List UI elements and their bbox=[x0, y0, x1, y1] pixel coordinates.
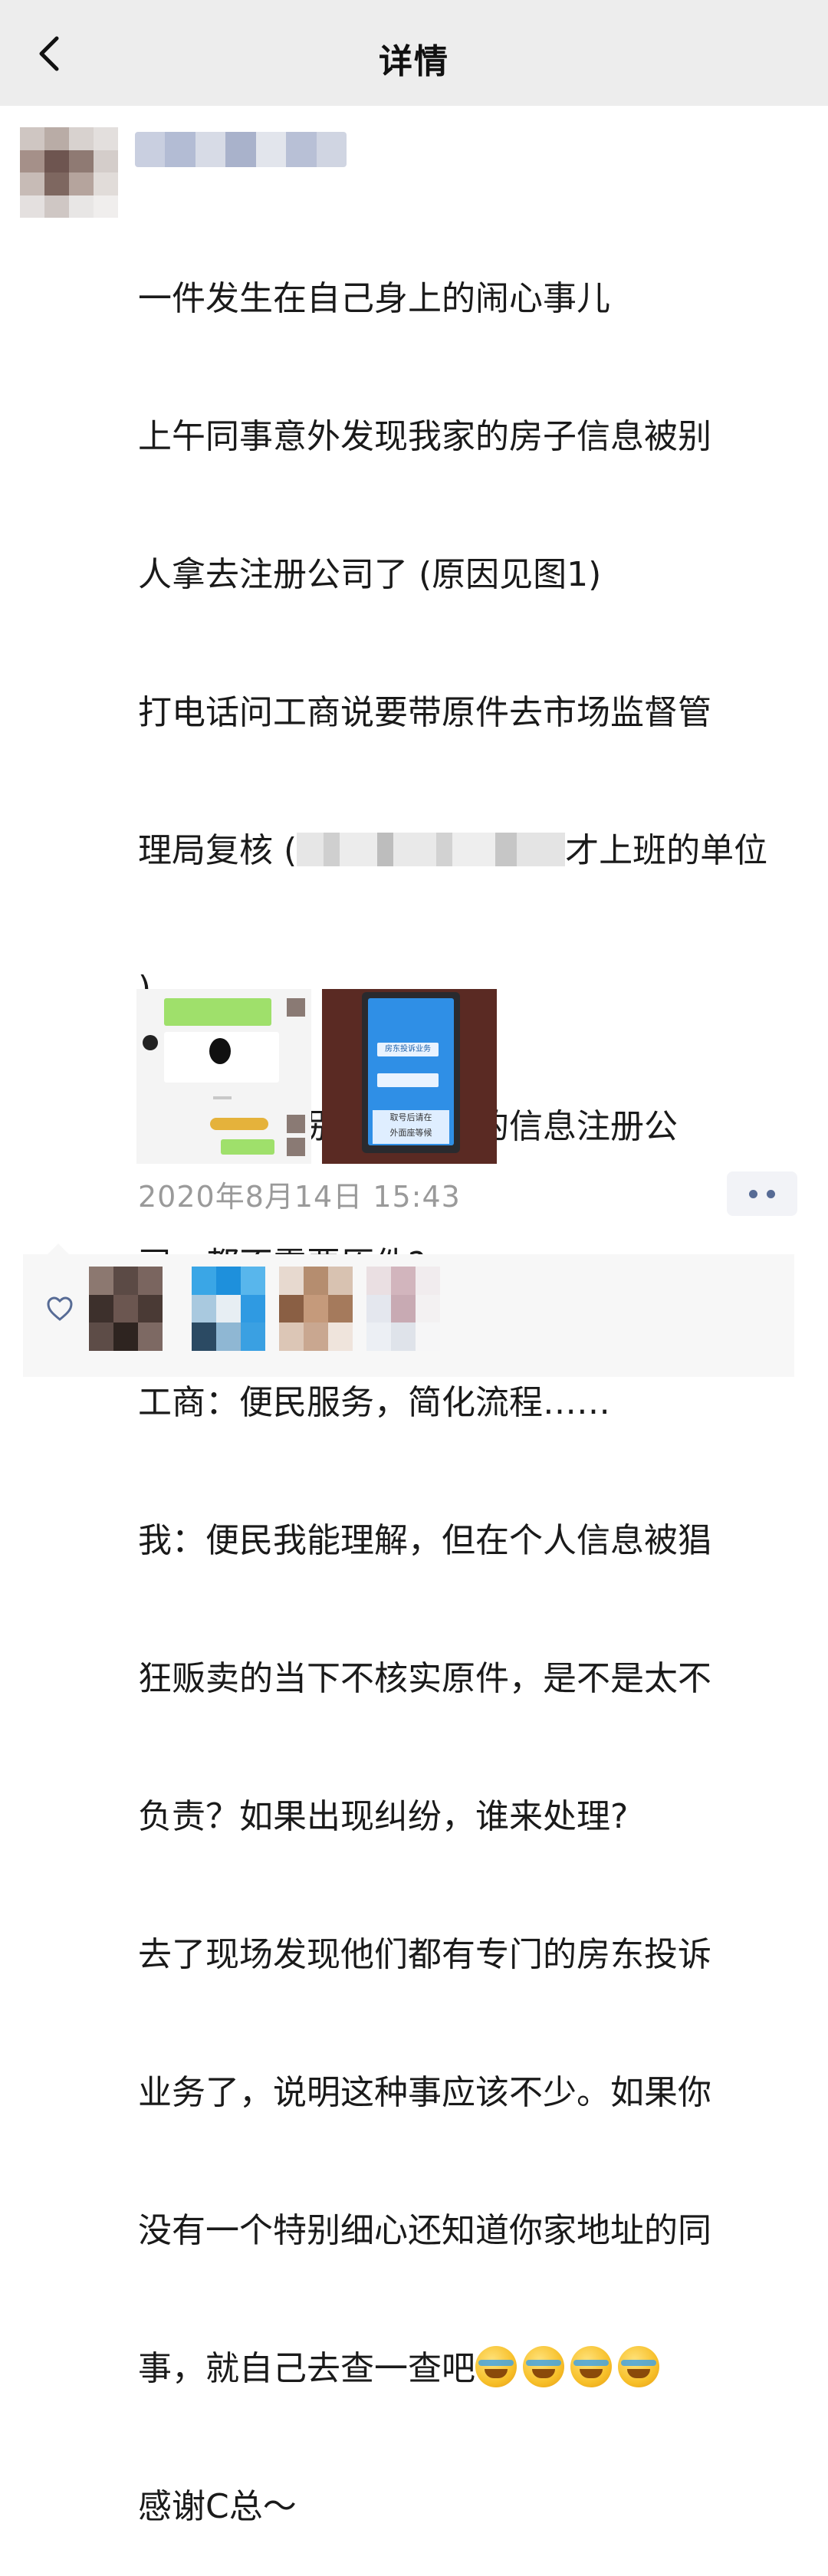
kiosk-notice-line: 外面座等候 bbox=[389, 1128, 432, 1138]
chat-avatar bbox=[287, 1138, 305, 1156]
post-line: 我：便民我能理解，但在个人信息被猖 bbox=[138, 1521, 711, 1560]
nav-bar: 详情 bbox=[0, 0, 828, 106]
crying-laughing-emoji-icon bbox=[475, 2346, 517, 2387]
emoji-row bbox=[210, 1118, 268, 1130]
post-line-start: 理局复核 ( bbox=[138, 831, 297, 870]
page-title: 详情 bbox=[379, 42, 449, 81]
photo-thumbnail-1[interactable] bbox=[136, 989, 311, 1164]
blur-spot bbox=[209, 1038, 231, 1064]
username[interactable] bbox=[135, 132, 347, 167]
more-options-button[interactable] bbox=[727, 1171, 797, 1216]
post-line: 感谢C总～ bbox=[138, 2487, 297, 2526]
heart-icon bbox=[46, 1296, 74, 1322]
post-line: 去了现场发现他们都有专门的房东投诉 bbox=[138, 1935, 711, 1974]
post-line: 没有一个特别细心还知道你家地址的同 bbox=[138, 2211, 711, 2250]
crying-laughing-emoji-icon bbox=[523, 2346, 564, 2387]
chat-bubble-green bbox=[221, 1139, 274, 1155]
post-line: 上午同事意外发现我家的房子信息被别 bbox=[138, 417, 711, 456]
crying-laughing-emoji-icon bbox=[618, 2346, 659, 2387]
post-line: 事，就自己去查一查吧 bbox=[138, 2346, 813, 2392]
avatar[interactable] bbox=[20, 127, 118, 218]
post-line: 打电话问工商说要带原件去市场监督管 bbox=[138, 693, 711, 732]
post-line: 业务了，说明这种事应该不少。如果你 bbox=[138, 2073, 711, 2112]
kiosk-button bbox=[377, 1073, 439, 1087]
crying-laughing-emoji-icon bbox=[570, 2346, 612, 2387]
chat-bubble-green bbox=[164, 998, 271, 1026]
redacted-text bbox=[297, 833, 566, 866]
dot-icon bbox=[767, 1189, 775, 1198]
chat-avatar bbox=[287, 998, 305, 1017]
kiosk-notice: 取号后请在 外面座等候 bbox=[373, 1110, 449, 1144]
post-line: 狂贩卖的当下不核实原件，是不是太不 bbox=[138, 1659, 711, 1698]
post-line: 理局复核 ( 才上班的单位 bbox=[138, 828, 813, 874]
post-content: 一件发生在自己身上的闹心事儿 上午同事意外发现我家的房子信息被别 人拿去注册公司… bbox=[138, 184, 813, 2576]
like-avatar[interactable] bbox=[279, 1267, 353, 1351]
kiosk-notice-line: 取号后请在 bbox=[389, 1112, 432, 1122]
post-line: 一件发生在自己身上的闹心事儿 bbox=[138, 279, 610, 318]
kiosk-button-label: 房东投诉业务 bbox=[377, 1043, 439, 1056]
like-avatar[interactable] bbox=[192, 1267, 265, 1351]
post-line-end: 才上班的单位 bbox=[565, 831, 768, 870]
post-line: 人拿去注册公司了 (原因见图1) bbox=[138, 555, 602, 594]
photo-thumbnail-2[interactable]: 房东投诉业务 取号后请在 外面座等候 bbox=[322, 989, 497, 1164]
post-timestamp: 2020年8月14日 15:43 bbox=[138, 1180, 461, 1214]
like-avatar[interactable] bbox=[89, 1267, 163, 1351]
post-line-text: 事，就自己去查一查吧 bbox=[138, 2349, 475, 2388]
post-line: 负责？如果出现纠纷，谁来处理? bbox=[138, 1797, 629, 1836]
dot-icon bbox=[749, 1189, 757, 1198]
blur-spot bbox=[143, 1035, 158, 1050]
like-avatar[interactable] bbox=[366, 1267, 440, 1351]
chat-time bbox=[213, 1096, 232, 1099]
post-line: 工商：便民服务，简化流程…… bbox=[138, 1383, 610, 1422]
chat-avatar bbox=[287, 1115, 305, 1133]
